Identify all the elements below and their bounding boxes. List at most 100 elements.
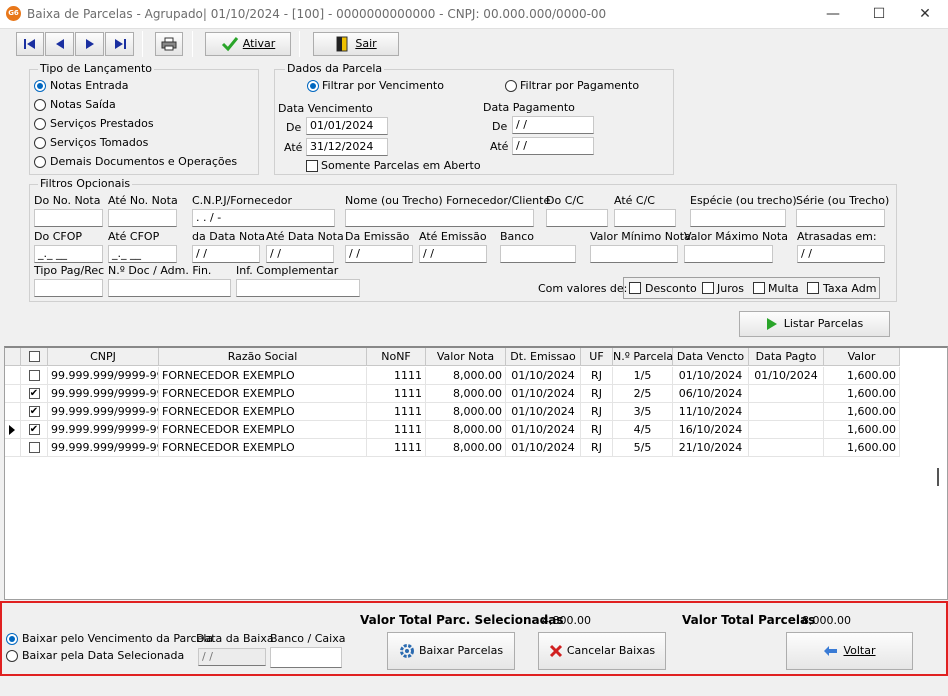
filtrar-pagamento-radio[interactable] (505, 80, 517, 92)
table-cell-emissao[interactable]: 01/10/2024 (506, 403, 581, 421)
table-cell-valor[interactable]: 1,600.00 (824, 385, 900, 403)
voltar-button[interactable]: Voltar (786, 632, 913, 670)
do-cc-input[interactable] (546, 209, 608, 227)
table-cell-parcela[interactable]: 4/5 (613, 421, 673, 439)
banco-caixa-input[interactable] (270, 647, 342, 668)
tipo-option-radio[interactable] (34, 99, 46, 111)
ate-emissao-input[interactable]: / / (419, 245, 487, 263)
print-button[interactable] (155, 32, 183, 56)
table-cell-uf[interactable]: RJ (581, 367, 613, 385)
table-cell-razao[interactable]: FORNECEDOR EXEMPLO (159, 421, 367, 439)
desconto-checkbox[interactable] (629, 282, 641, 294)
table-cell-cnpj[interactable]: 99.999.999/9999-99 (48, 385, 159, 403)
column-header[interactable]: Valor (824, 348, 900, 366)
table-cell-cnpj[interactable]: 99.999.999/9999-99 (48, 421, 159, 439)
juros-checkbox[interactable] (702, 282, 714, 294)
atrasadas-input[interactable]: / / (797, 245, 885, 263)
column-header[interactable]: Dt. Emissao (506, 348, 581, 366)
table-cell-uf[interactable]: RJ (581, 403, 613, 421)
close-button[interactable]: ✕ (902, 0, 948, 28)
baixar-parcelas-button[interactable]: Baixar Parcelas (387, 632, 515, 670)
taxa-adm-checkbox[interactable] (807, 282, 819, 294)
table-cell-emissao[interactable]: 01/10/2024 (506, 439, 581, 457)
table-cell-pagto[interactable] (749, 403, 824, 421)
column-header[interactable]: CNPJ (48, 348, 159, 366)
sair-button[interactable]: Sair (313, 32, 399, 56)
table-cell-parcela[interactable]: 3/5 (613, 403, 673, 421)
table-cell-nonf[interactable]: 1111 (367, 385, 426, 403)
column-header[interactable]: UF (581, 348, 613, 366)
table-cell-uf[interactable]: RJ (581, 385, 613, 403)
tipo-option-radio[interactable] (34, 137, 46, 149)
first-record-button[interactable] (16, 32, 44, 56)
venc-de-input[interactable]: 01/01/2024 (306, 117, 388, 135)
column-header[interactable]: N.º Parcela (613, 348, 673, 366)
table-cell-emissao[interactable]: 01/10/2024 (506, 421, 581, 439)
table-cell-emissao[interactable]: 01/10/2024 (506, 385, 581, 403)
do-no-nota-input[interactable] (34, 209, 103, 227)
table-cell-pagto[interactable]: 01/10/2024 (749, 367, 824, 385)
table-cell-vencto[interactable]: 16/10/2024 (673, 421, 749, 439)
n-doc-input[interactable] (108, 279, 231, 297)
row-checkbox[interactable]: ✔ (28, 424, 40, 435)
table-cell-cnpj[interactable]: 99.999.999/9999-99 (48, 367, 159, 385)
column-header[interactable]: Data Pagto (749, 348, 824, 366)
table-cell-valor[interactable]: 1,600.00 (824, 367, 900, 385)
table-cell-uf[interactable]: RJ (581, 439, 613, 457)
banco-input[interactable] (500, 245, 576, 263)
table-cell-razao[interactable]: FORNECEDOR EXEMPLO (159, 403, 367, 421)
ate-no-nota-input[interactable] (108, 209, 177, 227)
table-cell-razao[interactable]: FORNECEDOR EXEMPLO (159, 439, 367, 457)
data-baixa-input[interactable]: / / (198, 648, 266, 666)
valor-maximo-input[interactable] (684, 245, 773, 263)
ate-cfop-input[interactable]: _._ __ (108, 245, 177, 263)
minimize-button[interactable]: — (810, 0, 856, 28)
inf-complementar-input[interactable] (236, 279, 360, 297)
table-cell-razao[interactable]: FORNECEDOR EXEMPLO (159, 367, 367, 385)
valor-minimo-input[interactable] (590, 245, 678, 263)
table-cell-pagto[interactable] (749, 421, 824, 439)
table-cell-nonf[interactable]: 1111 (367, 439, 426, 457)
tipo-option-radio[interactable] (34, 80, 46, 92)
da-data-nota-input[interactable]: / / (192, 245, 260, 263)
table-cell-razao[interactable]: FORNECEDOR EXEMPLO (159, 385, 367, 403)
column-header[interactable]: Valor Nota (426, 348, 506, 366)
table-cell-vencto[interactable]: 01/10/2024 (673, 367, 749, 385)
ativar-button[interactable]: Ativar (205, 32, 291, 56)
last-record-button[interactable] (105, 32, 134, 56)
tipo-option-radio[interactable] (34, 156, 46, 168)
column-header[interactable]: NoNF (367, 348, 426, 366)
multa-checkbox[interactable] (753, 282, 765, 294)
cnpj-fornecedor-input[interactable]: . . / - (192, 209, 335, 227)
somente-aberto-checkbox[interactable] (306, 160, 318, 172)
prev-record-button[interactable] (45, 32, 74, 56)
table-cell-valor_nota[interactable]: 8,000.00 (426, 421, 506, 439)
table-cell-nonf[interactable]: 1111 (367, 367, 426, 385)
table-cell-nonf[interactable]: 1111 (367, 421, 426, 439)
select-all-checkbox[interactable] (28, 351, 40, 362)
table-cell-vencto[interactable]: 11/10/2024 (673, 403, 749, 421)
table-cell-valor_nota[interactable]: 8,000.00 (426, 403, 506, 421)
table-cell-valor_nota[interactable]: 8,000.00 (426, 439, 506, 457)
table-cell-uf[interactable]: RJ (581, 421, 613, 439)
baixar-data-radio[interactable] (6, 650, 18, 662)
nome-fornecedor-input[interactable] (345, 209, 534, 227)
tipo-pag-input[interactable] (34, 279, 103, 297)
table-cell-cnpj[interactable]: 99.999.999/9999-99 (48, 439, 159, 457)
do-cfop-input[interactable]: _._ __ (34, 245, 103, 263)
table-cell-parcela[interactable]: 5/5 (613, 439, 673, 457)
row-checkbox[interactable]: ✔ (28, 406, 40, 417)
ate-cc-input[interactable] (614, 209, 676, 227)
pag-ate-input[interactable]: / / (512, 137, 594, 155)
column-header[interactable]: Razão Social (159, 348, 367, 366)
table-cell-emissao[interactable]: 01/10/2024 (506, 367, 581, 385)
table-cell-parcela[interactable]: 1/5 (613, 367, 673, 385)
ate-data-nota-input[interactable]: / / (266, 245, 334, 263)
filtrar-vencimento-radio[interactable] (307, 80, 319, 92)
table-cell-valor_nota[interactable]: 8,000.00 (426, 367, 506, 385)
table-cell-valor[interactable]: 1,600.00 (824, 439, 900, 457)
table-cell-valor[interactable]: 1,600.00 (824, 421, 900, 439)
serie-input[interactable] (796, 209, 885, 227)
venc-ate-input[interactable]: 31/12/2024 (306, 138, 388, 156)
especie-input[interactable] (690, 209, 786, 227)
